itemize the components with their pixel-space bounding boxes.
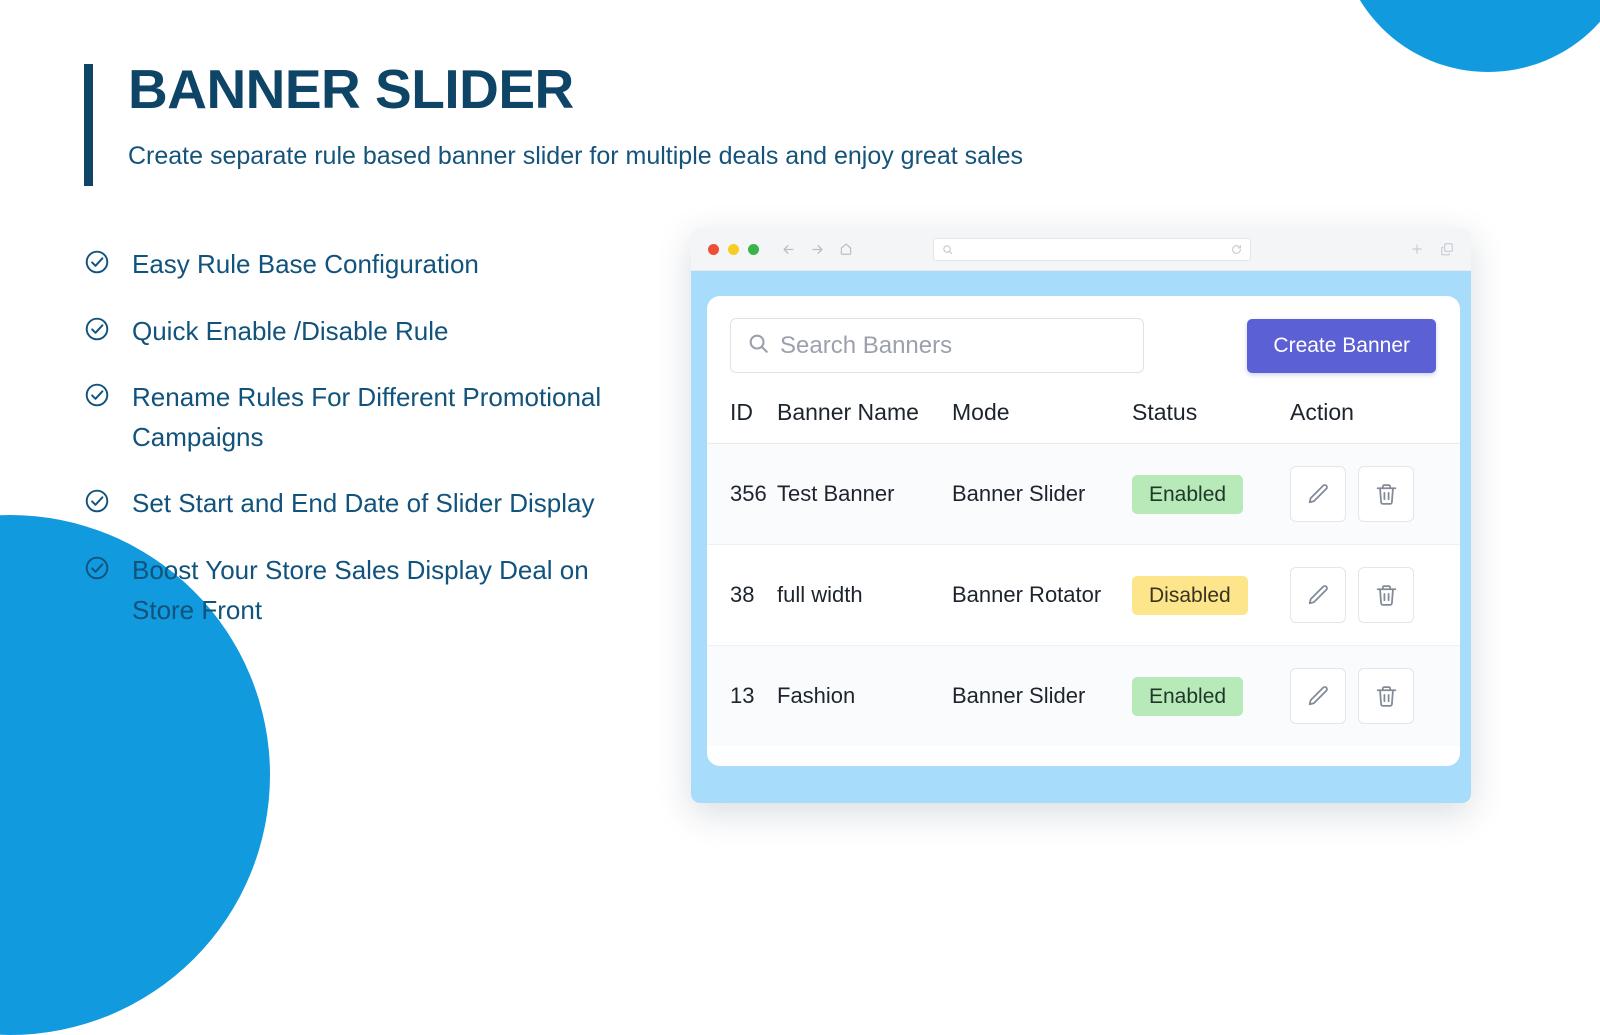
- hero-section: BANNER SLIDER Create separate rule based…: [84, 58, 1023, 656]
- cell-id: 356: [707, 443, 777, 545]
- cell-status: Enabled: [1132, 646, 1290, 747]
- url-bar[interactable]: [932, 237, 1251, 261]
- delete-icon: [1374, 684, 1399, 709]
- list-item: Rename Rules For Different Promotional C…: [84, 377, 684, 458]
- circle-check-icon: [84, 249, 110, 275]
- tabs-icon[interactable]: [1440, 242, 1454, 256]
- feature-label: Easy Rule Base Configuration: [132, 249, 479, 280]
- reload-icon[interactable]: [1231, 244, 1242, 255]
- cell-name: Fashion: [777, 683, 856, 708]
- cell-name: full width: [777, 544, 952, 646]
- search-icon: [747, 332, 780, 359]
- delete-button[interactable]: [1358, 466, 1414, 522]
- edit-button[interactable]: [1290, 567, 1346, 623]
- plus-icon[interactable]: [1410, 242, 1424, 256]
- column-header-id[interactable]: ID: [707, 387, 777, 444]
- title-block: BANNER SLIDER Create separate rule based…: [84, 58, 1023, 186]
- cell-mode: Banner Slider: [952, 443, 1132, 545]
- browser-viewport: Create Banner ID Banner Name Mode Status…: [691, 271, 1471, 803]
- edit-button[interactable]: [1290, 466, 1346, 522]
- row-actions: [1290, 466, 1460, 522]
- cell-mode: Banner Slider: [952, 683, 1086, 708]
- window-controls[interactable]: [708, 243, 759, 255]
- search-banners-box[interactable]: [730, 318, 1144, 373]
- maximize-window-button[interactable]: [748, 243, 759, 255]
- status-badge: Enabled: [1132, 676, 1244, 716]
- list-item: Set Start and End Date of Slider Display: [84, 483, 684, 523]
- circle-check-icon: [84, 555, 110, 581]
- browser-nav-icons: [781, 242, 853, 257]
- status-badge: Enabled: [1132, 474, 1244, 514]
- banner-management-panel: Create Banner ID Banner Name Mode Status…: [707, 296, 1460, 766]
- banners-table: ID Banner Name Mode Status Action 356 Te…: [707, 387, 1460, 746]
- feature-label: Set Start and End Date of Slider Display: [132, 488, 595, 519]
- edit-icon: [1306, 583, 1331, 608]
- table-row[interactable]: 13 Fashion Banner Slider Enabled: [707, 645, 1460, 747]
- cell-status: Disabled: [1132, 544, 1290, 646]
- cell-mode: Banner Rotator: [952, 544, 1132, 646]
- column-header-action: Action: [1290, 387, 1460, 444]
- edit-icon: [1306, 482, 1331, 507]
- edit-icon: [1306, 684, 1331, 709]
- delete-button[interactable]: [1358, 567, 1414, 623]
- list-item: Easy Rule Base Configuration: [84, 244, 684, 284]
- table-row[interactable]: 356 Test Banner Banner Slider Enabled: [707, 443, 1460, 545]
- browser-window: Create Banner ID Banner Name Mode Status…: [691, 228, 1471, 803]
- list-item: Quick Enable /Disable Rule: [84, 311, 684, 351]
- list-item: Boost Your Store Sales Display Deal on S…: [84, 550, 684, 631]
- cell-id: 38: [707, 544, 777, 646]
- cell-name: Test Banner: [777, 443, 952, 545]
- cell-id: 13: [730, 683, 755, 708]
- browser-toolbar: [691, 228, 1471, 271]
- feature-label: Quick Enable /Disable Rule: [132, 315, 449, 346]
- delete-icon: [1374, 482, 1399, 507]
- circle-check-icon: [84, 488, 110, 514]
- search-input[interactable]: [780, 331, 1127, 360]
- edit-button[interactable]: [1290, 668, 1346, 724]
- title-accent-bar: [84, 64, 93, 186]
- page-title: BANNER SLIDER: [128, 58, 574, 120]
- minimize-window-button[interactable]: [728, 243, 739, 255]
- close-window-button[interactable]: [708, 243, 719, 255]
- status-badge: Disabled: [1132, 575, 1248, 615]
- feature-label: Rename Rules For Different Promotional C…: [132, 381, 602, 453]
- delete-button[interactable]: [1358, 668, 1414, 724]
- cell-status: Enabled: [1132, 443, 1290, 545]
- circle-check-icon: [84, 382, 110, 408]
- column-header-status[interactable]: Status: [1132, 387, 1290, 444]
- cell-action: [1290, 443, 1460, 545]
- cell-action: [1290, 544, 1460, 646]
- browser-right-icons: [1410, 242, 1454, 256]
- table-header-row: ID Banner Name Mode Status Action: [707, 387, 1460, 444]
- search-icon: [942, 244, 953, 255]
- home-icon[interactable]: [839, 242, 853, 256]
- feature-label: Boost Your Store Sales Display Deal on S…: [132, 554, 589, 626]
- row-actions: [1290, 567, 1460, 623]
- circle-check-icon: [84, 316, 110, 342]
- column-header-name[interactable]: Banner Name: [777, 387, 952, 444]
- decorative-blob-top-right: [1338, 0, 1600, 72]
- row-actions: [1290, 668, 1460, 724]
- feature-list: Easy Rule Base Configuration Quick Enabl…: [84, 244, 684, 630]
- forward-arrow-icon[interactable]: [810, 242, 825, 257]
- create-banner-button[interactable]: Create Banner: [1247, 318, 1436, 373]
- column-header-mode[interactable]: Mode: [952, 387, 1132, 444]
- panel-toolbar: Create Banner: [707, 318, 1460, 373]
- page-subtitle: Create separate rule based banner slider…: [128, 142, 1023, 170]
- delete-icon: [1374, 583, 1399, 608]
- back-arrow-icon[interactable]: [781, 242, 796, 257]
- cell-action: [1290, 646, 1460, 747]
- table-row[interactable]: 38 full width Banner Rotator Disabled: [707, 544, 1460, 646]
